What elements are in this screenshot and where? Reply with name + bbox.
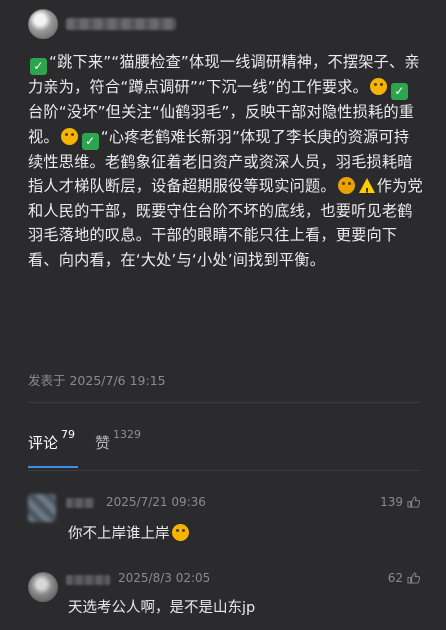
thinking-face-icon	[370, 78, 388, 95]
like-count: 139	[380, 495, 403, 509]
warning-icon: !	[358, 178, 375, 198]
post-text-1: “跳下来”“猫腰检查”体现一线调研精神，不摆架子、亲力亲为，符合“蹲点调研”“下…	[28, 53, 420, 96]
active-tab-indicator	[28, 466, 78, 468]
check-mark-icon: ✓	[81, 132, 99, 150]
tab-likes[interactable]: 赞 1329	[95, 428, 141, 453]
laughing-face-icon	[171, 524, 189, 541]
commenter-name-blurred[interactable]	[66, 498, 94, 508]
comment-time: 2025/8/3 02:05	[118, 571, 211, 585]
post-header	[28, 8, 176, 40]
comment-text: 你不上岸谁上岸	[68, 522, 191, 543]
post-date: 发表于 2025/7/6 19:15	[28, 373, 166, 388]
commenter-avatar[interactable]	[28, 572, 58, 602]
commenter-avatar[interactable]	[28, 494, 56, 522]
author-name-blurred[interactable]	[66, 18, 176, 30]
like-count: 62	[387, 571, 403, 585]
worried-face-icon	[337, 177, 355, 194]
post-body: ✓ “跳下来”“猫腰检查”体现一线调研精神，不摆架子、亲力亲为，符合“蹲点调研”“…	[28, 50, 424, 272]
tab-comments[interactable]: 评论 79	[28, 428, 75, 453]
thinking-face-icon	[60, 127, 78, 145]
thumbs-up-icon	[407, 496, 420, 508]
check-mark-icon: ✓	[30, 58, 47, 75]
author-avatar[interactable]	[28, 9, 58, 39]
comment-like-button[interactable]: 139	[380, 495, 420, 509]
comment-item: 2025/8/3 02:05 62 天选考公人啊，是不是山东jp	[28, 570, 420, 630]
check-mark-icon: ✓	[391, 83, 409, 100]
tab-bar: 评论 79 赞 1329	[28, 428, 161, 453]
comment-item: 2025/7/21 09:36 139 你不上岸谁上岸	[28, 494, 420, 554]
divider	[28, 402, 420, 403]
commenter-name-blurred[interactable]	[66, 575, 110, 585]
divider	[28, 470, 420, 471]
comment-like-button[interactable]: 62	[388, 571, 420, 585]
comment-text: 天选考公人啊，是不是山东jp	[68, 600, 256, 616]
thumbs-up-icon	[407, 572, 420, 584]
comment-time: 2025/7/21 09:36	[106, 495, 206, 509]
